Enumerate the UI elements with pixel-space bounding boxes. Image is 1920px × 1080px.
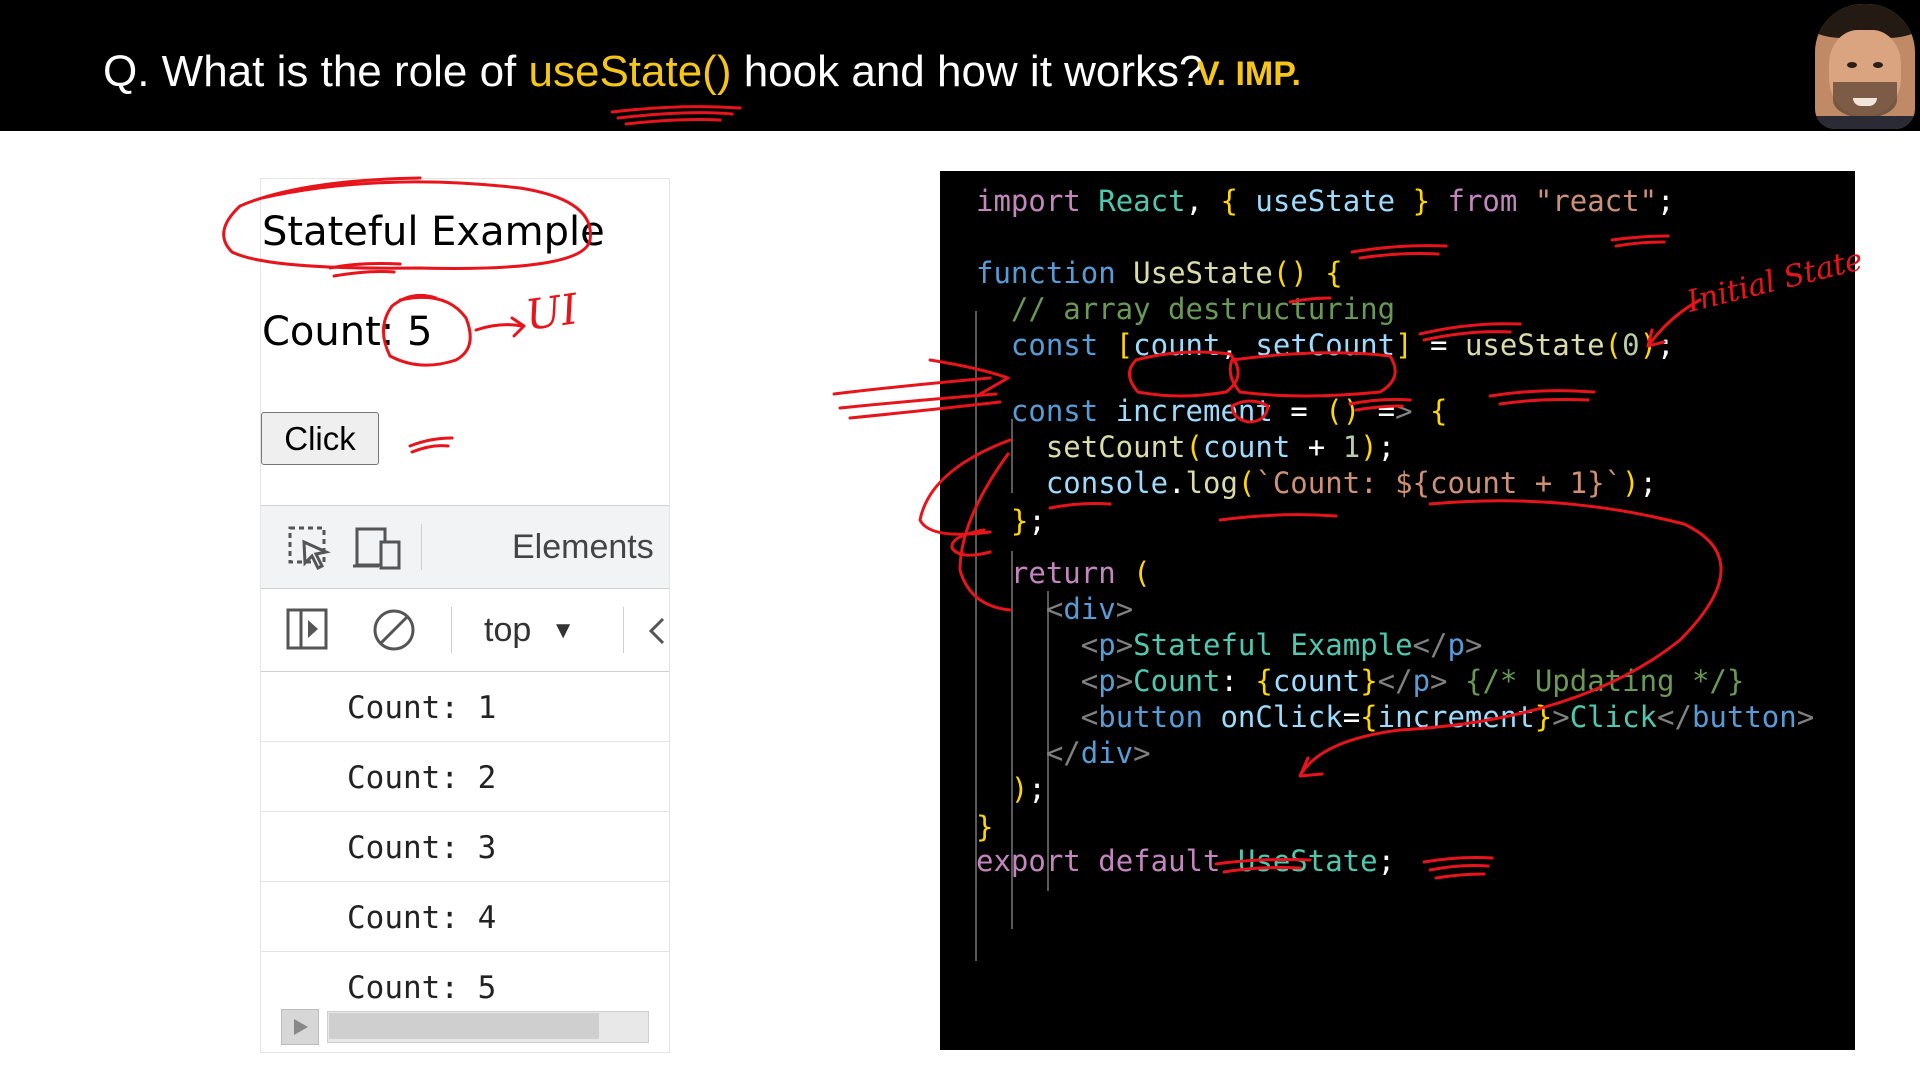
- code-line: <p>Stateful Example</p>: [1080, 628, 1483, 662]
- context-select-value: top: [484, 611, 532, 649]
- importance-badge: V. IMP.: [1197, 55, 1301, 93]
- context-select[interactable]: top ▼: [484, 611, 575, 650]
- code-line: <button onClick={increment}>Click</butto…: [1080, 700, 1815, 734]
- code-line: <div>: [1045, 592, 1134, 626]
- code-line: function UseState() {: [976, 256, 1343, 290]
- device-toolbar-icon[interactable]: [353, 526, 403, 570]
- question-highlight: useState(): [528, 47, 732, 96]
- console-log-row: Count: 3: [261, 812, 669, 882]
- console-log-row: Count: 4: [261, 882, 669, 952]
- inspect-element-icon[interactable]: [288, 526, 332, 570]
- console-log-text: Count: 2: [347, 760, 497, 796]
- click-button[interactable]: Click: [261, 412, 379, 465]
- question-prefix: Q. What is the role of: [103, 47, 529, 96]
- clear-console-icon[interactable]: [371, 607, 417, 653]
- code-line: }: [976, 810, 994, 844]
- devtools-panel: Elements top ▼ Count: 1 Count: 2 Count: …: [261, 505, 669, 1052]
- code-editor: import React, { useState } from "react";…: [940, 171, 1855, 1050]
- devtools-tab-bar: Elements: [261, 506, 669, 589]
- slide-header: Q. What is the role of useState() hook a…: [0, 0, 1920, 131]
- console-log-text: Count: 5: [347, 970, 497, 1006]
- horizontal-scrollbar[interactable]: [281, 1005, 661, 1047]
- console-log-row: Count: 2: [261, 742, 669, 812]
- count-display: Count: 5: [262, 309, 433, 355]
- presenter-avatar: [1815, 4, 1915, 129]
- code-line: </div>: [1045, 736, 1151, 770]
- code-line: const increment = () => {: [1010, 394, 1448, 428]
- chevron-left-icon[interactable]: [647, 615, 667, 647]
- code-line: <p>Count: {count}</p> {/* Updating */}: [1080, 664, 1745, 698]
- sidebar-toggle-icon[interactable]: [285, 607, 329, 651]
- code-line: const [count, setCount] = useState(0);: [1010, 328, 1675, 362]
- code-line: return (: [1010, 556, 1151, 590]
- question-title: Q. What is the role of useState() hook a…: [103, 44, 1204, 100]
- code-line: import React, { useState } from "react";: [976, 184, 1675, 218]
- code-line: );: [1010, 772, 1046, 806]
- console-log-text: Count: 4: [347, 900, 497, 936]
- caret-down-icon: ▼: [551, 616, 576, 644]
- code-line: setCount(count + 1);: [1045, 430, 1396, 464]
- question-suffix: hook and how it works?: [731, 47, 1204, 96]
- console-log-row: Count: 1: [261, 672, 669, 742]
- code-line: };: [1010, 504, 1046, 538]
- code-line: console.log(`Count: ${count + 1}`);: [1045, 466, 1657, 500]
- tab-elements[interactable]: Elements: [512, 528, 654, 567]
- console-log-text: Count: 3: [347, 830, 497, 866]
- browser-preview: Stateful Example Count: 5 Click Elements: [260, 178, 670, 1053]
- console-log-text: Count: 1: [347, 690, 497, 726]
- scrollbar-thumb[interactable]: [329, 1013, 599, 1039]
- stateful-heading: Stateful Example: [262, 209, 605, 255]
- scroll-play-icon[interactable]: [281, 1009, 319, 1045]
- code-line: // array destructuring: [1010, 292, 1396, 326]
- code-line: export default UseState;: [976, 844, 1396, 878]
- console-toolbar: top ▼: [261, 589, 669, 672]
